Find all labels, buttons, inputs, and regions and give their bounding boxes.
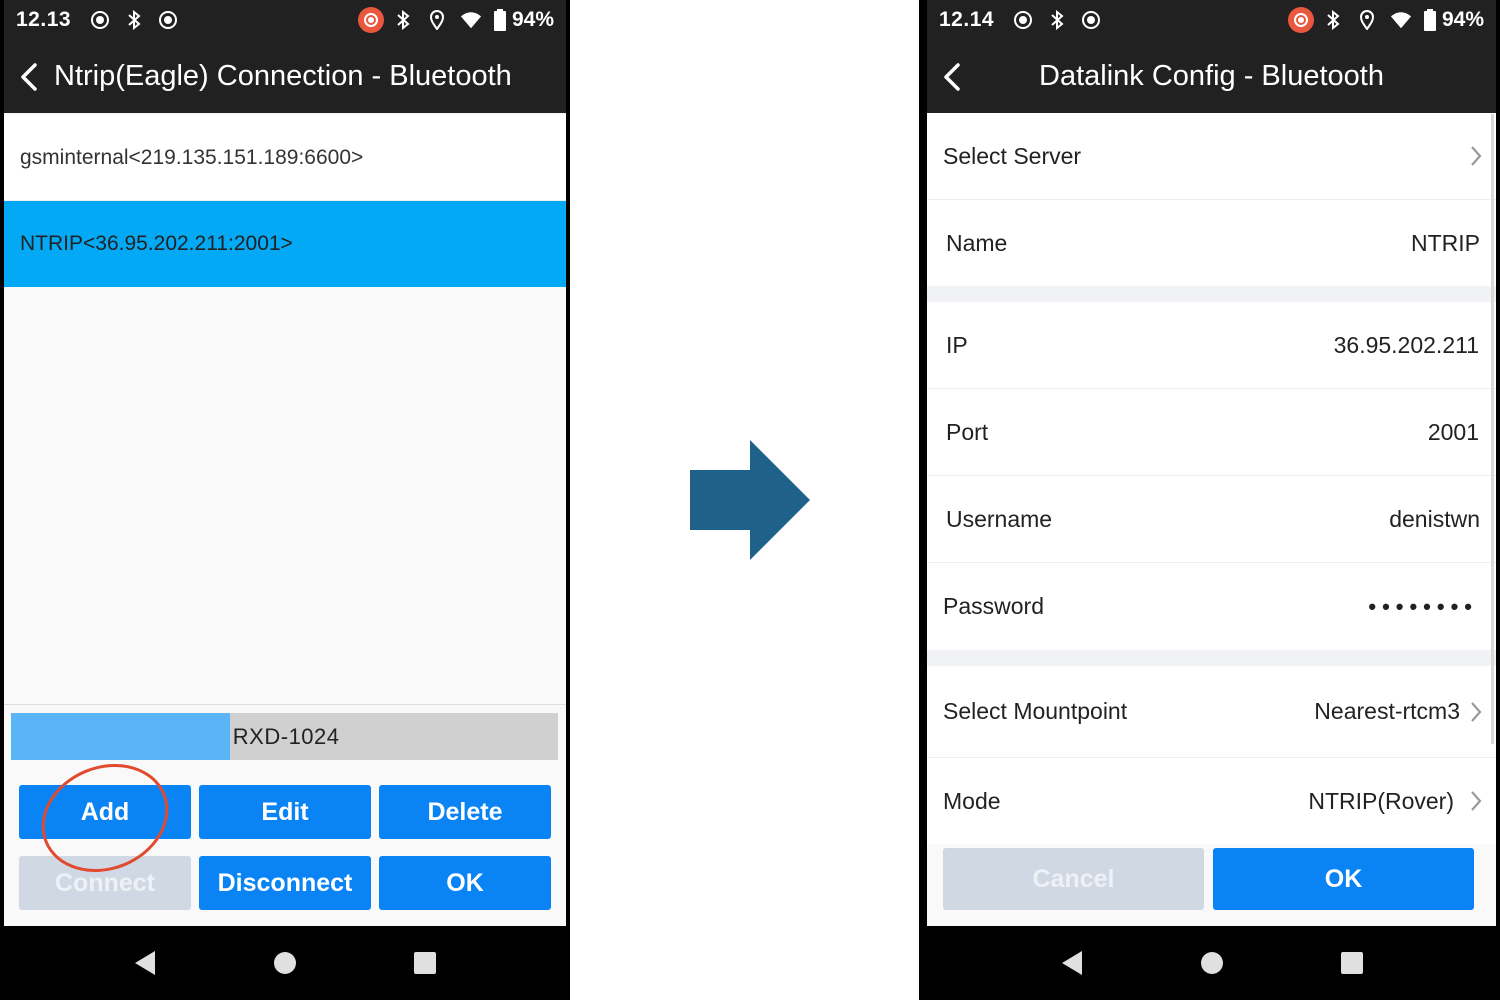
location-icon: [1356, 9, 1378, 31]
screen-record-icon: [157, 9, 179, 31]
status-time: 12.14: [939, 8, 995, 31]
status-bar: 12.13 94%: [4, 0, 566, 40]
chevron-right-icon: [1470, 790, 1482, 812]
wifi-icon: [460, 9, 482, 31]
system-nav-bar: [927, 926, 1496, 1000]
location-icon: [426, 9, 448, 31]
mountpoint-value: Nearest-rtcm3: [1314, 698, 1460, 724]
nav-recents-icon[interactable]: [1332, 943, 1372, 983]
connection-label: gsminternal<219.135.151.189:6600>: [20, 145, 364, 169]
password-value: ••••••••: [1368, 593, 1478, 619]
port-field-row[interactable]: Port 2001: [927, 389, 1496, 476]
battery-icon: [493, 9, 506, 31]
edit-button[interactable]: Edit: [199, 785, 371, 839]
username-value: denistwn: [1389, 505, 1480, 532]
chevron-right-icon: [1470, 701, 1482, 723]
chevron-left-icon: [944, 62, 960, 91]
ip-value: 36.95.202.211: [1333, 331, 1479, 358]
recording-indicator-icon: [1287, 7, 1314, 33]
add-button[interactable]: Add: [19, 785, 191, 839]
screen-record-icon: [89, 9, 111, 31]
recording-indicator-icon: [357, 7, 384, 33]
ok-button[interactable]: OK: [379, 856, 551, 910]
page-title: Ntrip(Eagle) Connection - Bluetooth: [54, 60, 512, 92]
connection-label: NTRIP<36.95.202.211:2001>: [20, 232, 293, 255]
app-bar: Ntrip(Eagle) Connection - Bluetooth: [4, 40, 566, 113]
battery-percent: 94%: [1441, 8, 1484, 31]
section-divider: [927, 650, 1496, 666]
nav-home-icon[interactable]: [1192, 943, 1232, 983]
scrollbar[interactable]: [1491, 114, 1494, 744]
nav-recents-icon[interactable]: [405, 943, 445, 983]
connection-list-item-selected[interactable]: NTRIP<36.95.202.211:2001>: [4, 201, 566, 287]
screen-record-icon: [1012, 9, 1034, 31]
bluetooth-icon: [1322, 9, 1344, 31]
right-phone-screen: 12.14 94% Datalink Config - Bluetooth Se…: [919, 0, 1500, 1000]
screen-record-icon: [1080, 9, 1102, 31]
bluetooth-icon: [123, 9, 145, 31]
field-label: Mode: [943, 787, 1001, 814]
field-label: Name: [946, 229, 1008, 256]
status-bar: 12.14 94%: [927, 0, 1496, 40]
connect-button[interactable]: Connect: [19, 856, 191, 910]
left-phone-screen: 12.13 94% Ntrip(Eagle) Connection - Blue…: [0, 0, 570, 1000]
cancel-button[interactable]: Cancel: [943, 848, 1204, 910]
field-label: Port: [946, 418, 989, 445]
field-label: Select Server: [943, 142, 1082, 169]
field-label: Password: [943, 593, 1044, 619]
wifi-icon: [1390, 9, 1412, 31]
progress-fill: [11, 713, 230, 760]
password-field-row[interactable]: Password ••••••••: [927, 563, 1496, 650]
name-field-row[interactable]: Name NTRIP: [927, 200, 1496, 286]
field-label: IP: [946, 331, 968, 358]
connection-list-item[interactable]: gsminternal<219.135.151.189:6600>: [4, 115, 566, 201]
chevron-right-icon: [1470, 145, 1482, 167]
battery-icon: [1423, 9, 1436, 31]
page-title: Datalink Config - Bluetooth: [1039, 60, 1384, 92]
field-label: Username: [946, 505, 1053, 532]
mode-value: NTRIP(Rover): [1308, 787, 1454, 814]
connection-list-empty-area: [4, 287, 566, 705]
system-nav-bar: [4, 926, 566, 1000]
ok-button[interactable]: OK: [1213, 848, 1474, 910]
nav-home-icon[interactable]: [265, 943, 305, 983]
port-value: 2001: [1427, 418, 1479, 445]
back-button[interactable]: [4, 40, 54, 113]
flow-arrow-icon: [690, 440, 810, 560]
nav-back-icon[interactable]: [125, 943, 165, 983]
rxd-progress-bar: RXD-1024: [11, 713, 558, 760]
disconnect-button[interactable]: Disconnect: [199, 856, 371, 910]
chevron-left-icon: [21, 62, 37, 91]
nav-back-icon[interactable]: [1052, 943, 1092, 983]
name-value: NTRIP: [1411, 229, 1480, 256]
app-bar: Datalink Config - Bluetooth: [927, 40, 1496, 113]
field-label: Select Mountpoint: [943, 698, 1128, 724]
select-server-row[interactable]: Select Server: [927, 113, 1496, 200]
back-button[interactable]: [927, 40, 977, 113]
username-field-row[interactable]: Username denistwn: [927, 476, 1496, 563]
ip-field-row[interactable]: IP 36.95.202.211: [927, 302, 1496, 389]
progress-label: RXD-1024: [232, 723, 340, 749]
section-divider: [927, 286, 1496, 302]
battery-percent: 94%: [511, 8, 554, 31]
mode-row[interactable]: Mode NTRIP(Rover): [927, 758, 1496, 844]
bluetooth-icon: [392, 9, 414, 31]
status-time: 12.13: [16, 8, 72, 31]
select-mountpoint-row[interactable]: Select Mountpoint Nearest-rtcm3: [927, 666, 1496, 758]
bluetooth-icon: [1046, 9, 1068, 31]
delete-button[interactable]: Delete: [379, 785, 551, 839]
